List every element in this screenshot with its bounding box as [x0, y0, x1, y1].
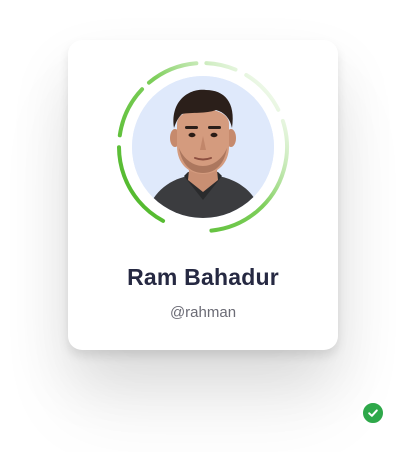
- check-icon: [368, 409, 378, 417]
- avatar-container: [116, 60, 386, 426]
- user-photo: [132, 76, 274, 218]
- page-background: Ram Bahadur @rahman: [0, 0, 406, 452]
- verified-badge: [360, 400, 386, 426]
- profile-name: Ram Bahadur: [127, 264, 279, 290]
- profile-card: Ram Bahadur @rahman: [68, 40, 386, 426]
- avatar: [132, 76, 274, 218]
- profile-handle: @rahman: [169, 304, 237, 321]
